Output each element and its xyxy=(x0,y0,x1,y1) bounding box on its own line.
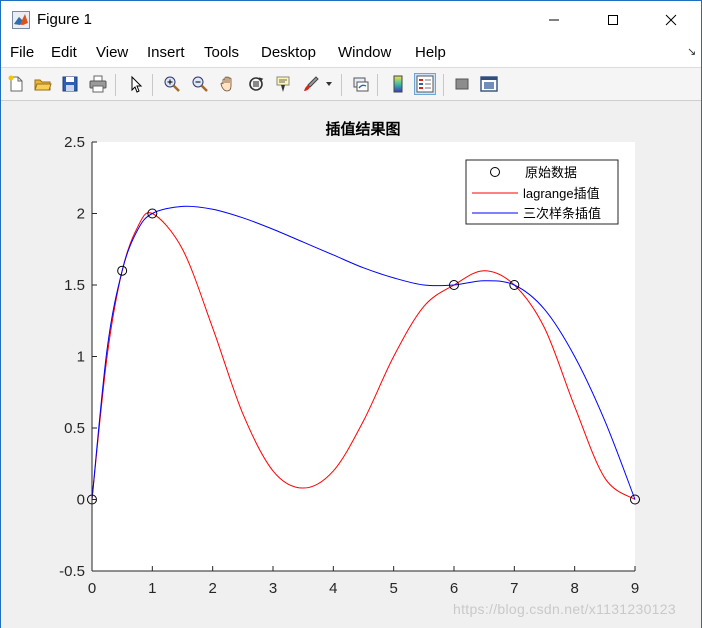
zoom-out-button[interactable] xyxy=(189,73,211,95)
print-icon xyxy=(89,75,107,93)
chart-title: 插值结果图 xyxy=(325,120,400,138)
y-tick-label: 1.5 xyxy=(64,277,85,294)
legend[interactable]: 原始数据 lagrange插值 三次样条插值 xyxy=(465,159,619,225)
legend-button[interactable] xyxy=(414,73,436,95)
legend-label-spline: 三次样条插值 xyxy=(523,206,601,221)
print-button[interactable] xyxy=(87,73,109,95)
brush-dropdown-button[interactable] xyxy=(323,73,335,95)
brush-button[interactable] xyxy=(300,73,322,95)
x-tick-label: 4 xyxy=(329,580,337,597)
select-button[interactable] xyxy=(125,73,147,95)
x-tick-label: 7 xyxy=(510,580,518,597)
minimize-button[interactable] xyxy=(531,1,577,39)
y-tick-label: -0.5 xyxy=(59,563,85,580)
open-file-icon xyxy=(34,79,52,91)
colorbar-button[interactable] xyxy=(387,73,409,95)
maximize-icon xyxy=(608,15,618,25)
y-tick-label: 2.5 xyxy=(64,134,85,151)
x-tick-label: 5 xyxy=(389,580,397,597)
legend-label-original: 原始数据 xyxy=(525,165,577,180)
data-cursor-button[interactable] xyxy=(272,73,294,95)
menu-help[interactable]: Help xyxy=(415,44,446,61)
open-file-button[interactable] xyxy=(32,73,54,95)
hide-plot-tools-button[interactable] xyxy=(451,73,473,95)
x-tick-label: 9 xyxy=(631,580,639,597)
menu-bar: File Edit View Insert Tools Desktop Wind… xyxy=(1,39,701,67)
x-tick-label: 8 xyxy=(570,580,578,597)
new-figure-icon xyxy=(8,75,23,92)
select-arrow-icon xyxy=(131,75,143,93)
x-tick-label: 2 xyxy=(208,580,216,597)
menu-file[interactable]: File xyxy=(10,44,34,61)
legend-icon xyxy=(416,75,434,93)
brush-icon xyxy=(304,76,319,91)
x-tick-label: 6 xyxy=(450,580,458,597)
window-title: Figure 1 xyxy=(37,11,93,28)
menu-edit[interactable]: Edit xyxy=(51,44,77,61)
figure-toolbar xyxy=(1,67,701,101)
x-tick-label: 1 xyxy=(148,580,156,597)
toolbar-separator xyxy=(152,74,153,96)
title-bar[interactable]: Figure 1 xyxy=(1,1,701,39)
new-figure-button[interactable] xyxy=(5,73,27,95)
menu-insert[interactable]: Insert xyxy=(147,44,185,61)
maximize-button[interactable] xyxy=(590,1,636,39)
zoom-in-button[interactable] xyxy=(161,73,183,95)
pan-button[interactable] xyxy=(217,73,239,95)
zoom-in-icon xyxy=(164,76,180,92)
show-plot-tools-icon xyxy=(480,76,498,92)
plot-svg: 0123456789 -0.500.511.522.5 插值结果图 原始数据 l… xyxy=(59,120,640,597)
rotate-3d-button[interactable] xyxy=(245,73,267,95)
y-tick-label: 2 xyxy=(77,206,85,223)
menu-window[interactable]: Window xyxy=(338,44,391,61)
y-tick-label: 0 xyxy=(77,492,85,509)
figure-window: Figure 1 File Edit View Insert Tools Des… xyxy=(0,0,702,628)
toolbar-separator xyxy=(443,74,444,96)
pan-hand-icon xyxy=(220,76,232,92)
rotate-3d-icon xyxy=(249,77,264,91)
matlab-icon xyxy=(12,11,30,29)
save-button[interactable] xyxy=(59,73,81,95)
close-button[interactable] xyxy=(648,1,694,39)
toolbar-separator xyxy=(377,74,378,96)
zoom-out-icon xyxy=(192,76,208,92)
close-icon xyxy=(665,14,677,26)
menu-desktop[interactable]: Desktop xyxy=(261,44,316,61)
brush-dropdown-icon xyxy=(326,82,332,86)
x-tick-label: 0 xyxy=(88,580,96,597)
hide-plot-tools-icon xyxy=(455,78,469,90)
y-tick-label: 1 xyxy=(77,349,85,366)
data-cursor-icon xyxy=(276,76,290,92)
legend-label-lagrange: lagrange插值 xyxy=(523,186,600,201)
menu-view[interactable]: View xyxy=(96,44,128,61)
save-icon xyxy=(62,76,78,92)
dock-arrow-icon[interactable]: ↘ xyxy=(687,45,696,58)
colorbar-icon xyxy=(393,75,403,93)
y-tick-label: 0.5 xyxy=(64,420,85,437)
link-plot-icon xyxy=(353,77,369,92)
show-plot-tools-button[interactable] xyxy=(478,73,500,95)
minimize-icon xyxy=(549,19,559,21)
menu-tools[interactable]: Tools xyxy=(204,44,239,61)
figure-canvas: 0123456789 -0.5 0 0.5 1 1.5 2 2.5 插值结果图 原始数据 l… xyxy=(1,102,701,628)
link-plot-button[interactable] xyxy=(350,73,372,95)
x-tick-label: 3 xyxy=(269,580,277,597)
toolbar-separator xyxy=(341,74,342,96)
watermark-text: https://blog.csdn.net/x1131230123 xyxy=(453,601,676,617)
toolbar-separator xyxy=(115,74,116,96)
